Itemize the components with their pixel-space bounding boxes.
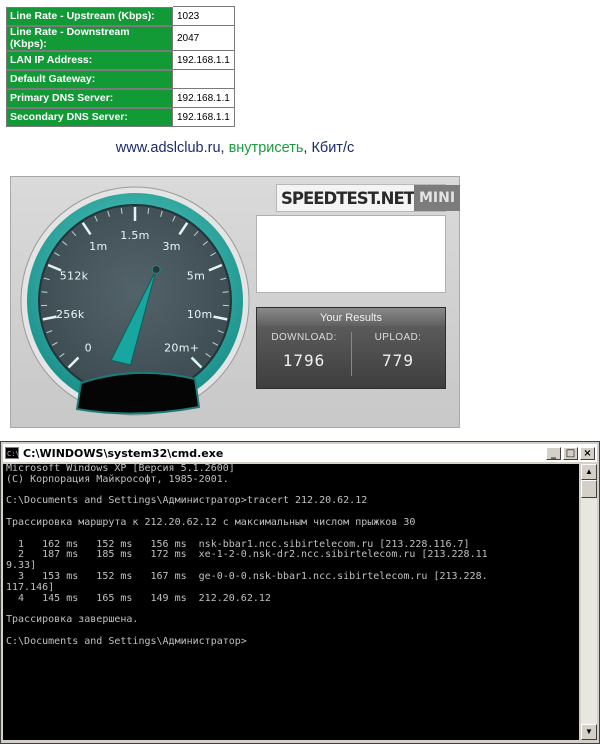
stats-label: Line Rate - Upstream (Kbps): [5,6,173,26]
speed-gauge: 0 256k 512k 1m 1.5m 3m 5m 10m 20m+ [20,186,250,416]
cmd-window: C:\ C:\WINDOWS\system32\cmd.exe _ □ × Mi… [0,441,600,744]
stats-label: Default Gateway: [5,69,173,89]
console-line: 3 153 ms 152 ms 167 ms ge-0-0-0.nsk-bbar… [6,570,488,582]
stats-label: Secondary DNS Server: [5,107,173,127]
caption-unit: , Кбит/с [303,140,355,156]
logo-brand: SPEEDTEST.NET [281,188,415,208]
results-title: Your Results [257,308,445,326]
speedtest-widget: 0 256k 512k 1m 1.5m 3m 5m 10m 20m+ SPEEDTEST.NET… [10,176,461,428]
stats-value: 192.168.1.1 [172,107,235,127]
stats-value: 192.168.1.1 [172,50,235,70]
console-text: Microsoft Windows XP [Версия 5.1.2600] (С… [3,464,579,648]
stats-label: LAN IP Address: [5,50,173,70]
results-panel: Your Results DOWNLOAD: 1796 UPLOAD: 779 [256,307,446,389]
console-line: 2 187 ms 185 ms 172 ms xe-1-2-0.nsk-dr2.… [6,549,488,561]
console-line: 4 145 ms 165 ms 149 ms 212.20.62.12 [6,592,271,604]
upload-label: UPLOAD: [374,332,422,343]
stats-row: LAN IP Address: 192.168.1.1 [5,50,235,70]
download-result: DOWNLOAD: 1796 [257,332,351,370]
gauge-minor-tick [41,291,48,293]
gauge-tick-label: 1.5m [120,229,149,242]
logo-edition: MINI [413,185,461,211]
scroll-thumb[interactable] [581,480,597,498]
speedtest-logo: SPEEDTEST.NET MINI [276,184,461,212]
upload-result: UPLOAD: 779 [351,332,445,370]
stats-row: Line Rate - Upstream (Kbps): 1023 [5,6,235,26]
stats-row: Secondary DNS Server: 192.168.1.1 [5,107,235,127]
caption-network: внутрисеть [228,140,304,156]
gauge-minor-tick [222,291,229,293]
console-line: C:\Documents and Settings\Администратор> [6,635,247,647]
gauge-tick-label: 0 [85,342,92,355]
download-value: 1796 [282,351,326,370]
stats-row: Line Rate - Downstream (Kbps): 2047 [5,25,235,51]
console-line: C:\Documents and Settings\Администратор>… [6,495,368,507]
stats-label: Line Rate - Downstream (Kbps): [5,25,173,51]
gauge-tick-label: 256k [56,308,85,321]
stats-row: Default Gateway: [5,69,235,89]
close-button[interactable]: × [580,446,595,460]
gauge-tick-label: 5m [187,270,205,283]
info-panel [256,215,446,293]
gauge-tick-label: 3m [163,240,181,253]
caption-site: www.adslclub.ru, [115,140,229,156]
gauge-tick-label: 512k [60,270,89,283]
console-app-icon[interactable]: C:\ [5,447,20,459]
scroll-up-arrow-icon[interactable]: ▲ [581,464,597,480]
modem-stats-table: Line Rate - Upstream (Kbps): 1023 Line Rat… [5,6,235,127]
console-output[interactable]: Microsoft Windows XP [Версия 5.1.2600] (С… [3,464,579,740]
stats-value: 192.168.1.1 [172,88,235,108]
gauge-needle-cap [151,264,161,274]
console-line: 117.146] [6,581,55,593]
vertical-scrollbar[interactable]: ▲ ▼ [581,464,597,740]
gauge-tick-label: 10m [187,308,213,321]
console-line: Трассировка завершена. [6,614,139,626]
minimize-button[interactable]: _ [546,446,561,460]
stats-value: 2047 [172,25,235,51]
scroll-down-arrow-icon[interactable]: ▼ [581,724,597,740]
download-label: DOWNLOAD: [271,332,337,343]
stats-value: 1023 [172,6,235,26]
gauge-tick-label: 1m [89,240,107,253]
upload-value: 779 [382,351,414,370]
console-line: Трассировка маршрута к 212.20.62.12 с ма… [6,516,416,528]
gauge-tick-label: 20m+ [164,342,199,355]
gauge-readout-window [75,371,201,415]
console-line: (С) Корпорация Майкрософт, 1985-2001. [6,473,229,485]
cmd-title: C:\WINDOWS\system32\cmd.exe [23,446,224,460]
stats-value [172,69,235,89]
speed-caption: www.adslclub.ru, внутрисеть, Кбит/с [0,140,470,156]
maximize-button[interactable]: □ [563,446,578,460]
cmd-titlebar[interactable]: C:\ C:\WINDOWS\system32\cmd.exe _ □ × [3,444,597,462]
stats-label: Primary DNS Server: [5,88,173,108]
stats-row: Primary DNS Server: 192.168.1.1 [5,88,235,108]
